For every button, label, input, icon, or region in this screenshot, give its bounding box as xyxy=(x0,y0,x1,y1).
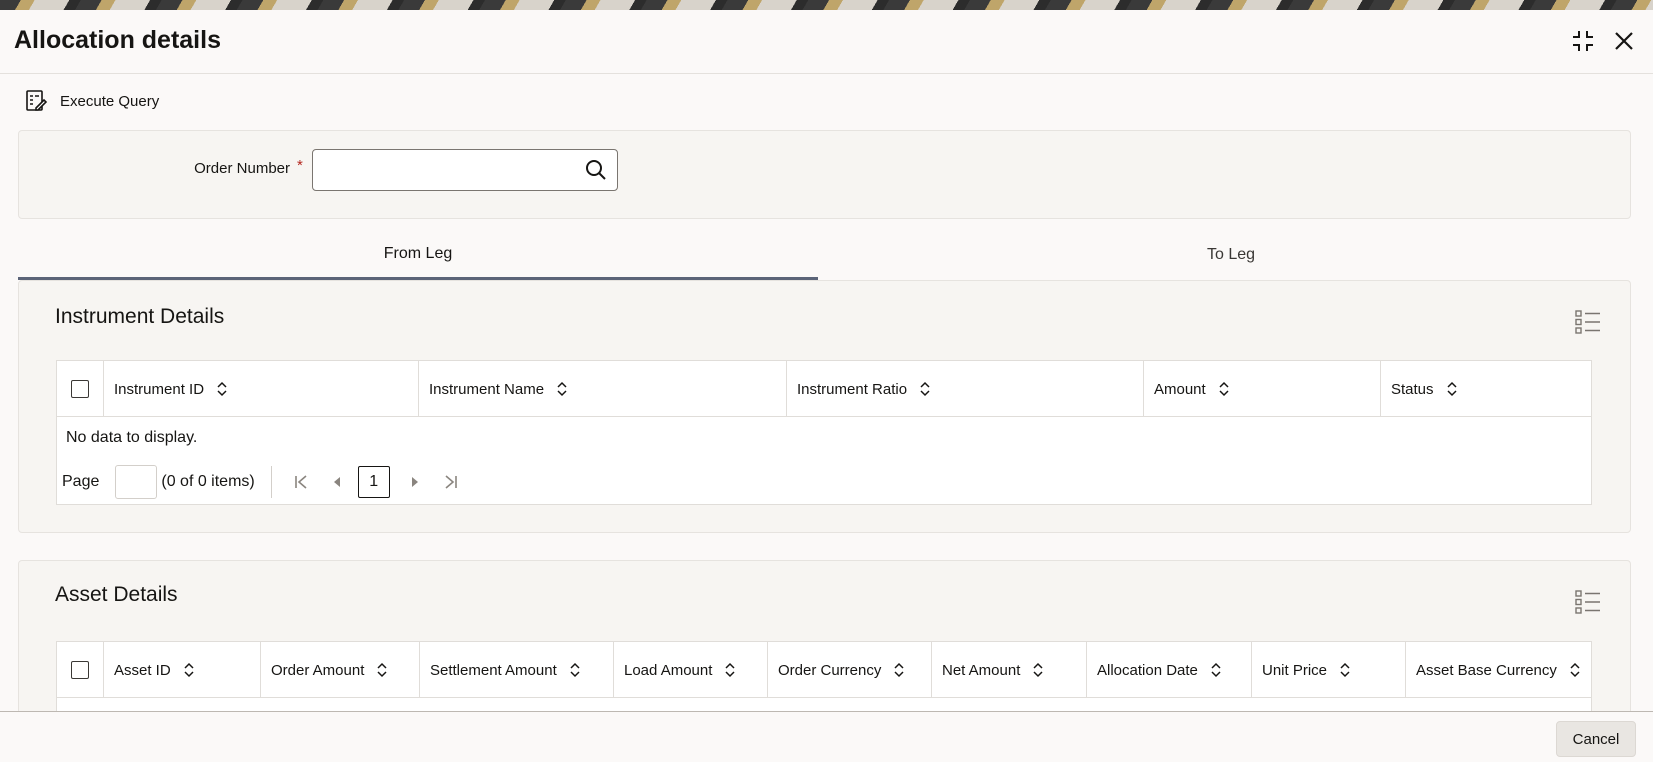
dialog-title: Allocation details xyxy=(14,26,221,54)
first-page-icon xyxy=(294,475,307,489)
required-indicator: * xyxy=(297,157,303,174)
column-asset-id[interactable]: Asset ID xyxy=(104,642,261,698)
last-page-icon xyxy=(445,475,457,489)
pagination: Page (0 of 0 items) 1 xyxy=(62,464,472,500)
collapse-icon[interactable] xyxy=(1570,28,1596,54)
sort-icon[interactable] xyxy=(1569,662,1581,678)
order-number-input[interactable] xyxy=(321,158,571,182)
column-net-amount[interactable]: Net Amount xyxy=(932,642,1087,698)
sort-icon[interactable] xyxy=(1218,381,1230,397)
column-order-amount[interactable]: Order Amount xyxy=(261,642,420,698)
query-panel: Order Number * xyxy=(18,130,1631,219)
execute-query-button[interactable]: Execute Query xyxy=(24,88,159,114)
list-view-icon[interactable] xyxy=(1574,309,1602,335)
sort-icon[interactable] xyxy=(1446,381,1458,397)
sort-icon[interactable] xyxy=(183,662,195,678)
sort-icon[interactable] xyxy=(216,381,228,397)
dialog-header: Allocation details xyxy=(0,10,1653,74)
leg-tabs: From Leg To Leg xyxy=(18,230,1631,280)
close-icon[interactable] xyxy=(1611,28,1637,54)
asset-details-title: Asset Details xyxy=(55,583,178,606)
select-all-column xyxy=(57,361,104,417)
execute-query-icon xyxy=(26,90,48,111)
table-header: Asset ID Order Amount Settlement Amount … xyxy=(57,642,1591,698)
asset-details-panel: Asset Details Asset ID Order Amount Sett… xyxy=(18,560,1631,721)
column-unit-price[interactable]: Unit Price xyxy=(1252,642,1406,698)
instrument-details-panel: Instrument Details Instrument ID Instrum… xyxy=(18,280,1631,533)
order-number-label: Order Number xyxy=(194,160,290,177)
sort-icon[interactable] xyxy=(919,381,931,397)
last-page-button[interactable] xyxy=(436,467,466,497)
sort-icon[interactable] xyxy=(1032,662,1044,678)
table-body: No data to display. Page (0 of 0 items) … xyxy=(57,417,1591,504)
select-all-checkbox[interactable] xyxy=(71,380,89,398)
instrument-details-table: Instrument ID Instrument Name Instrument… xyxy=(56,360,1592,505)
items-count: (0 of 0 items) xyxy=(161,473,255,490)
list-view-icon[interactable] xyxy=(1574,589,1602,615)
sort-icon[interactable] xyxy=(556,381,568,397)
asset-details-table: Asset ID Order Amount Settlement Amount … xyxy=(56,641,1592,721)
table-header: Instrument ID Instrument Name Instrument… xyxy=(57,361,1591,417)
search-icon[interactable] xyxy=(585,159,607,181)
page-number-input[interactable] xyxy=(115,465,158,499)
previous-page-icon xyxy=(333,477,340,487)
column-load-amount[interactable]: Load Amount xyxy=(614,642,768,698)
sort-icon[interactable] xyxy=(724,662,736,678)
first-page-button[interactable] xyxy=(286,467,316,497)
tab-to-leg[interactable]: To Leg xyxy=(831,230,1631,280)
instrument-details-title: Instrument Details xyxy=(55,305,225,328)
next-page-icon xyxy=(411,477,418,487)
current-page[interactable]: 1 xyxy=(357,466,390,498)
sort-icon[interactable] xyxy=(893,662,905,678)
pager-divider xyxy=(270,466,272,498)
next-page-button[interactable] xyxy=(400,467,430,497)
empty-message: No data to display. xyxy=(66,429,198,446)
column-instrument-ratio[interactable]: Instrument Ratio xyxy=(787,361,1144,417)
page-label: Page xyxy=(62,473,100,490)
sort-icon[interactable] xyxy=(1339,662,1351,678)
execute-query-label: Execute Query xyxy=(60,92,160,110)
previous-page-button[interactable] xyxy=(322,467,352,497)
column-instrument-id[interactable]: Instrument ID xyxy=(104,361,419,417)
select-all-checkbox[interactable] xyxy=(71,661,89,679)
column-order-currency[interactable]: Order Currency xyxy=(768,642,932,698)
banner-strip xyxy=(0,0,1653,10)
column-instrument-name[interactable]: Instrument Name xyxy=(419,361,787,417)
column-settlement-amount[interactable]: Settlement Amount xyxy=(420,642,614,698)
select-all-column xyxy=(57,642,104,698)
tab-from-leg[interactable]: From Leg xyxy=(18,230,818,280)
cancel-button[interactable]: Cancel xyxy=(1556,721,1636,757)
dialog-footer: Cancel xyxy=(0,711,1653,762)
column-status[interactable]: Status xyxy=(1381,361,1591,417)
sort-icon[interactable] xyxy=(569,662,581,678)
sort-icon[interactable] xyxy=(1210,662,1222,678)
order-number-field[interactable] xyxy=(312,149,618,191)
column-amount[interactable]: Amount xyxy=(1144,361,1381,417)
allocation-details-dialog: Allocation details Execute Query Order N… xyxy=(0,10,1653,762)
column-allocation-date[interactable]: Allocation Date xyxy=(1087,642,1252,698)
column-asset-base-currency[interactable]: Asset Base Currency xyxy=(1406,642,1591,698)
sort-icon[interactable] xyxy=(376,662,388,678)
